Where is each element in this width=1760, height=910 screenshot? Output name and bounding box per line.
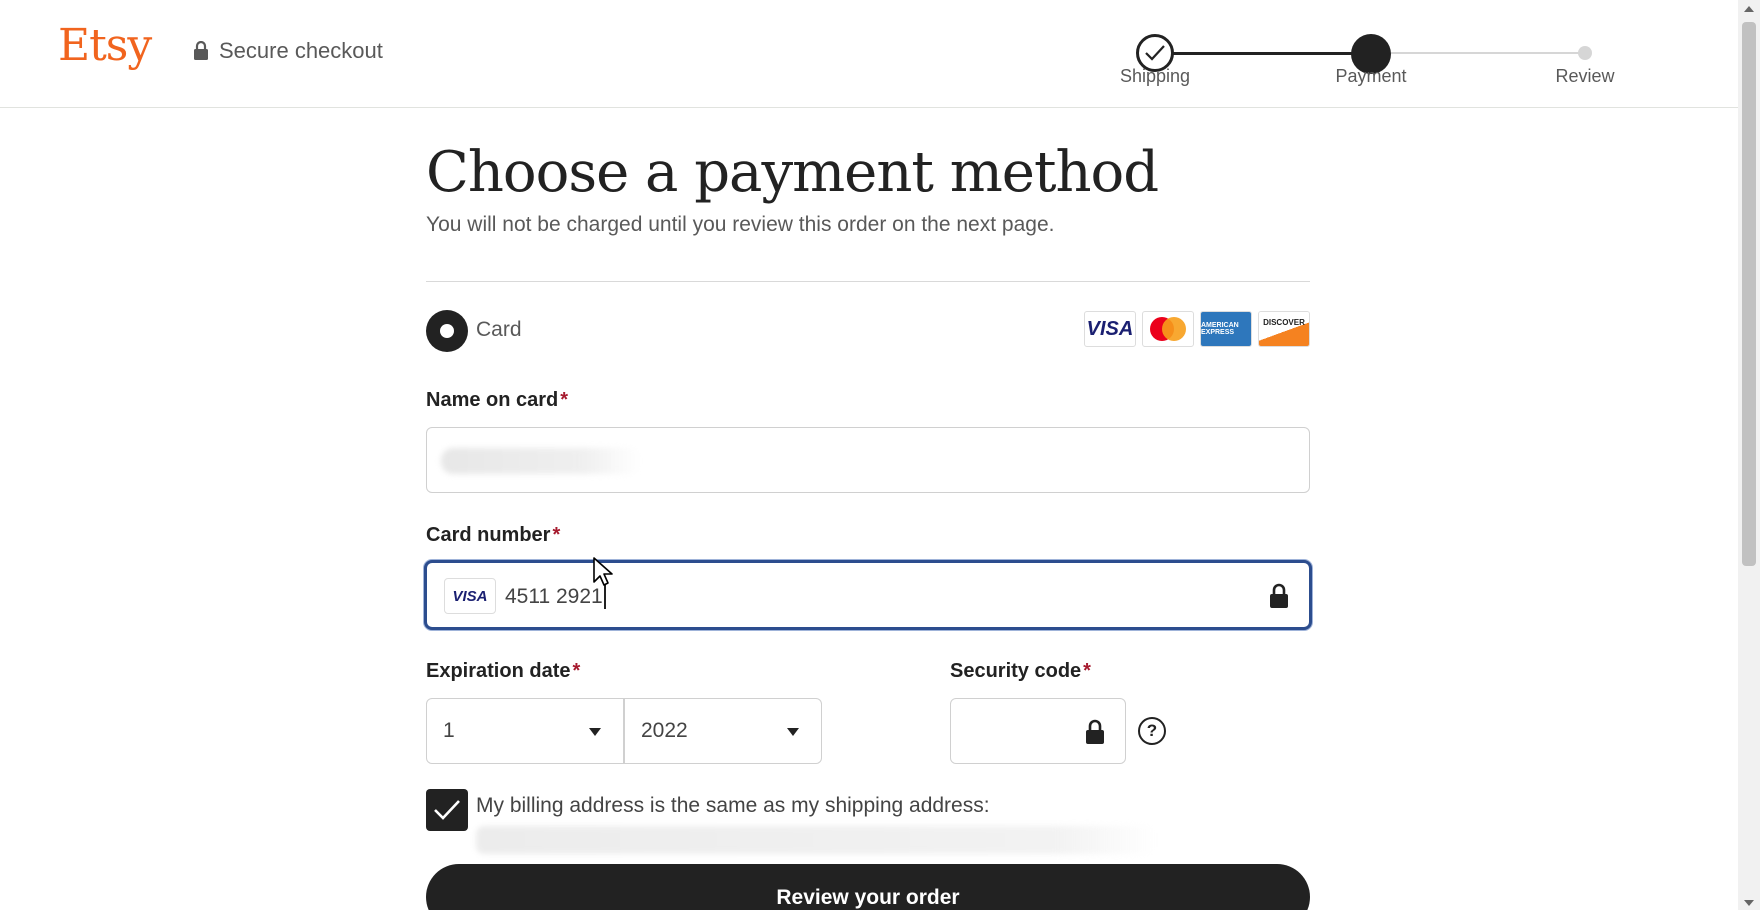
checkout-header: Etsy Secure checkout Shipping Payment Re… [0,0,1738,108]
expiration-month-select[interactable]: 1 [426,698,624,764]
secure-checkout: Secure checkout [193,38,383,64]
checkout-progress: Shipping Payment Review [1100,16,1640,96]
progress-line-complete [1155,52,1370,55]
card-radio[interactable] [426,310,468,352]
payment-method-card-option[interactable]: Card VISA AMERICAN EXPRESS DISCOVER [426,308,1310,352]
billing-same-checkbox[interactable] [426,789,468,831]
step-review-label: Review [1555,66,1615,86]
card-number-value[interactable]: 4511 2921 [505,585,606,609]
card-option-label[interactable]: Card [476,318,522,342]
checkmark-icon [434,800,460,820]
name-redacted [441,448,641,474]
name-on-card-input[interactable] [426,427,1310,493]
page-title: Choose a payment method [426,140,1159,205]
mouse-cursor-icon [593,557,613,586]
card-number-input[interactable]: VISA 4511 2921 [424,560,1312,630]
step-payment-label: Payment [1335,66,1407,86]
security-code-label: Security code * [950,660,1091,682]
section-divider [426,281,1310,282]
expiration-date-label: Expiration date * [426,660,581,682]
billing-same-label[interactable]: My billing address is the same as my shi… [476,794,990,818]
visa-logo-icon: VISA [1084,311,1136,347]
mastercard-logo-icon [1142,311,1194,347]
scroll-down-arrow-icon[interactable] [1744,900,1754,906]
page-subtitle: You will not be charged until you review… [426,213,1055,236]
scroll-up-arrow-icon[interactable] [1744,6,1754,12]
lock-icon [194,41,208,60]
etsy-logo[interactable]: Etsy [58,20,152,71]
card-number-label: Card number * [426,524,561,546]
scrollbar-thumb[interactable] [1742,22,1756,566]
chevron-down-icon [787,728,799,736]
name-on-card-label: Name on card * [426,389,569,411]
step-review-dot [1578,46,1592,60]
amex-logo-icon: AMERICAN EXPRESS [1200,311,1252,347]
billing-address-redacted [476,826,1156,854]
page-scrollbar[interactable] [1738,0,1760,910]
chevron-down-icon [589,728,601,736]
accepted-cards: VISA AMERICAN EXPRESS DISCOVER [1084,311,1310,347]
progress-line-upcoming [1370,52,1585,54]
payment-form: Choose a payment method You will not be … [424,140,1312,910]
help-question-icon[interactable]: ? [1138,717,1166,745]
expiration-year-select[interactable]: 2022 [624,698,822,764]
visa-chip-icon: VISA [444,578,496,614]
discover-logo-icon: DISCOVER [1258,311,1310,347]
secure-checkout-label: Secure checkout [219,38,383,63]
review-order-button[interactable]: Review your order [426,864,1310,910]
step-shipping-label[interactable]: Shipping [1085,66,1225,87]
lock-icon [1086,719,1104,744]
lock-icon [1270,583,1288,608]
security-code-input[interactable] [950,698,1126,764]
